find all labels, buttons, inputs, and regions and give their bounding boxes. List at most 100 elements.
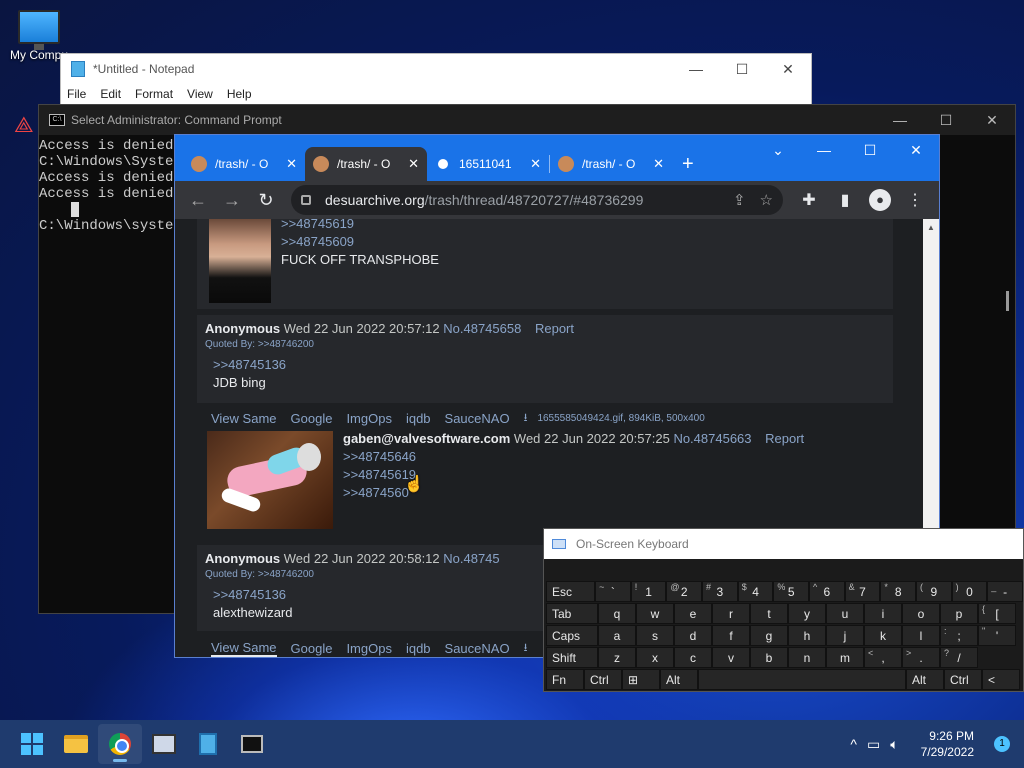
osk-key[interactable]: z [598, 647, 636, 668]
osk-key[interactable]: & 7 [844, 581, 881, 602]
notification-badge[interactable]: 1 [994, 736, 1010, 752]
osk-key[interactable] [698, 669, 906, 690]
minimize-button[interactable]: — [877, 112, 923, 129]
osk-key[interactable]: x [636, 647, 674, 668]
imgops-link[interactable]: ImgOps [346, 411, 392, 426]
browser-tab[interactable]: /trash/ - O ✕ [183, 147, 305, 181]
menu-file[interactable]: File [67, 87, 86, 101]
osk-key[interactable]: w [636, 603, 674, 624]
poster-name[interactable]: gaben@valvesoftware.com [343, 431, 510, 446]
osk-key[interactable]: _ - [987, 581, 1023, 602]
osk-key[interactable]: >. [902, 647, 940, 668]
osk-key[interactable]: Tab [546, 603, 598, 624]
osk-key[interactable]: y [788, 603, 826, 624]
osk-key[interactable]: v [712, 647, 750, 668]
osk-key[interactable]: m [826, 647, 864, 668]
post-number[interactable]: No.48745 [443, 551, 499, 566]
osk-key[interactable]: ⊞ [622, 669, 660, 690]
osk-key[interactable]: u [826, 603, 864, 624]
osk-key[interactable]: #3 [702, 581, 738, 602]
post-number[interactable]: No.48745658 [443, 321, 521, 336]
gif-thumbnail[interactable] [207, 431, 333, 529]
osk-titlebar[interactable]: On-Screen Keyboard [544, 529, 1023, 559]
download-icon[interactable]: ⭳ [524, 639, 528, 657]
osk-key[interactable]: ? / [940, 647, 978, 668]
saucenao-link[interactable]: SauceNAO [445, 641, 510, 656]
osk-key[interactable]: Alt [906, 669, 944, 690]
taskbar-notepad[interactable] [186, 724, 230, 764]
osk-key[interactable]: d [674, 625, 712, 646]
osk-key[interactable]: $4 [737, 581, 774, 602]
google-link[interactable]: Google [291, 411, 333, 426]
scroll-up-icon[interactable]: ▲ [923, 223, 939, 232]
osk-key[interactable]: Shift [546, 647, 598, 668]
lock-icon[interactable] [301, 195, 311, 205]
google-link[interactable]: Google [291, 641, 333, 656]
osk-key[interactable]: g [750, 625, 788, 646]
browser-tab-active[interactable]: /trash/ - O ✕ [305, 147, 427, 181]
bookmark-star-icon[interactable]: ☆ [760, 191, 773, 209]
notepad-titlebar[interactable]: *Untitled - Notepad — ☐ ✕ [61, 54, 811, 84]
osk-key[interactable]: Fn [546, 669, 584, 690]
quote-link[interactable]: >>48745609 [281, 233, 439, 251]
browser-tab[interactable]: 16511041 ✕ [427, 147, 549, 181]
back-icon[interactable]: ← [183, 190, 213, 211]
osk-key[interactable]: j [826, 625, 864, 646]
taskbar-cmd[interactable] [230, 724, 274, 764]
view-same-link[interactable]: View Same [211, 411, 277, 426]
osk-key[interactable]: t [750, 603, 788, 624]
profile-avatar-icon[interactable]: ● [869, 189, 891, 211]
close-button[interactable]: ✕ [893, 135, 939, 165]
osk-key[interactable]: i [864, 603, 902, 624]
network-icon[interactable]: ▭ [867, 736, 880, 753]
post-thumbnail[interactable] [209, 219, 271, 303]
osk-key[interactable]: <, [864, 647, 902, 668]
volume-icon[interactable]: 🔈︎ [890, 736, 898, 753]
maximize-button[interactable]: ☐ [923, 112, 969, 129]
close-tab-icon[interactable]: ✕ [286, 156, 297, 172]
osk-key[interactable]: e [674, 603, 712, 624]
close-tab-icon[interactable]: ✕ [408, 156, 419, 172]
osk-key[interactable]: @2 [666, 581, 703, 602]
side-panel-icon[interactable]: ▮ [829, 190, 861, 210]
osk-key[interactable]: % 5 [773, 581, 810, 602]
report-link[interactable]: Report [535, 321, 574, 336]
browser-tab[interactable]: /trash/ - O ✕ [550, 147, 672, 181]
menu-edit[interactable]: Edit [100, 87, 121, 101]
imgops-link[interactable]: ImgOps [346, 641, 392, 656]
quote-link[interactable]: >>48745619 [343, 466, 883, 484]
osk-key[interactable]: p [940, 603, 978, 624]
close-button[interactable]: ✕ [969, 112, 1015, 129]
menu-help[interactable]: Help [227, 87, 252, 101]
cmd-titlebar[interactable]: C:\ Select Administrator: Command Prompt… [39, 105, 1015, 135]
reload-icon[interactable]: ↻ [251, 190, 281, 211]
minimize-button[interactable]: — [673, 61, 719, 78]
osk-key[interactable]: Ctrl [944, 669, 982, 690]
minimize-button[interactable]: — [801, 135, 847, 165]
download-icon[interactable]: ⭳ [524, 409, 528, 428]
osk-key[interactable]: h [788, 625, 826, 646]
post-number[interactable]: No.48745663 [673, 431, 751, 446]
clock[interactable]: 9:26 PM 7/29/2022 [921, 728, 974, 760]
quoted-by-link[interactable]: >>48746200 [258, 569, 314, 580]
tab-search-icon[interactable]: ⌄ [755, 135, 801, 165]
osk-key[interactable]: {[ [978, 603, 1016, 624]
quote-link[interactable]: >>48745646 [343, 448, 883, 466]
maximize-button[interactable]: ☐ [847, 135, 893, 165]
osk-key[interactable]: l [902, 625, 940, 646]
taskbar-network-app[interactable] [142, 724, 186, 764]
on-screen-keyboard[interactable]: On-Screen Keyboard Esc ~ `! 1 @2 #3 $4% 5 ^ 6 & 7 * 8… [543, 528, 1024, 692]
osk-key[interactable]: b [750, 647, 788, 668]
osk-key[interactable]: :; [940, 625, 978, 646]
osk-key[interactable]: * 8 [880, 581, 916, 602]
osk-key[interactable]: o [902, 603, 940, 624]
menu-format[interactable]: Format [135, 87, 173, 101]
osk-key[interactable]: Alt [660, 669, 698, 690]
menu-view[interactable]: View [187, 87, 213, 101]
quote-link[interactable]: >>4874560 [343, 484, 883, 502]
report-link[interactable]: Report [765, 431, 804, 446]
share-icon[interactable]: ⇪ [733, 191, 746, 209]
quote-link[interactable]: >>48745136 [213, 356, 885, 374]
saucenao-link[interactable]: SauceNAO [445, 411, 510, 426]
osk-key[interactable]: ~ ` [595, 581, 631, 602]
